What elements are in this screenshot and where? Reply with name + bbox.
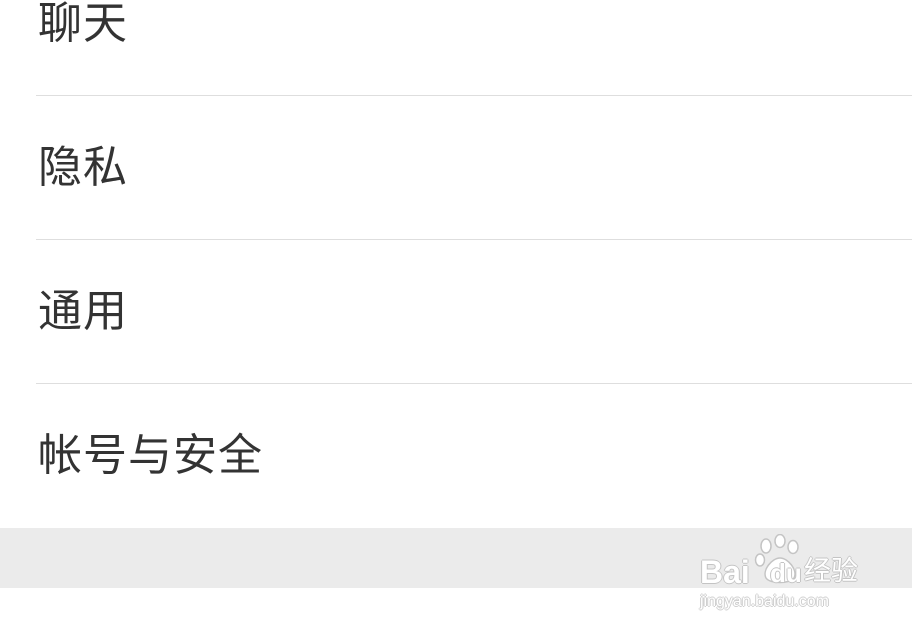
settings-item-chat[interactable]: 聊天	[0, 0, 912, 96]
settings-item-label: 通用	[38, 285, 128, 337]
settings-item-account-security[interactable]: 帐号与安全	[0, 384, 912, 528]
settings-item-row: 隐私	[36, 96, 912, 240]
settings-item-row: 帐号与安全	[36, 384, 912, 528]
settings-item-general[interactable]: 通用	[0, 240, 912, 384]
settings-item-privacy[interactable]: 隐私	[0, 96, 912, 240]
settings-list: 聊天 隐私 通用 帐号与安全	[0, 0, 912, 528]
section-gap	[0, 528, 912, 588]
settings-item-label: 聊天	[38, 0, 128, 49]
watermark-url: jingyan.baidu.com	[700, 593, 829, 610]
settings-item-label: 隐私	[38, 141, 128, 193]
settings-item-label: 帐号与安全	[38, 430, 263, 481]
settings-item-row: 通用	[36, 240, 912, 384]
settings-item-row: 聊天	[36, 0, 912, 96]
